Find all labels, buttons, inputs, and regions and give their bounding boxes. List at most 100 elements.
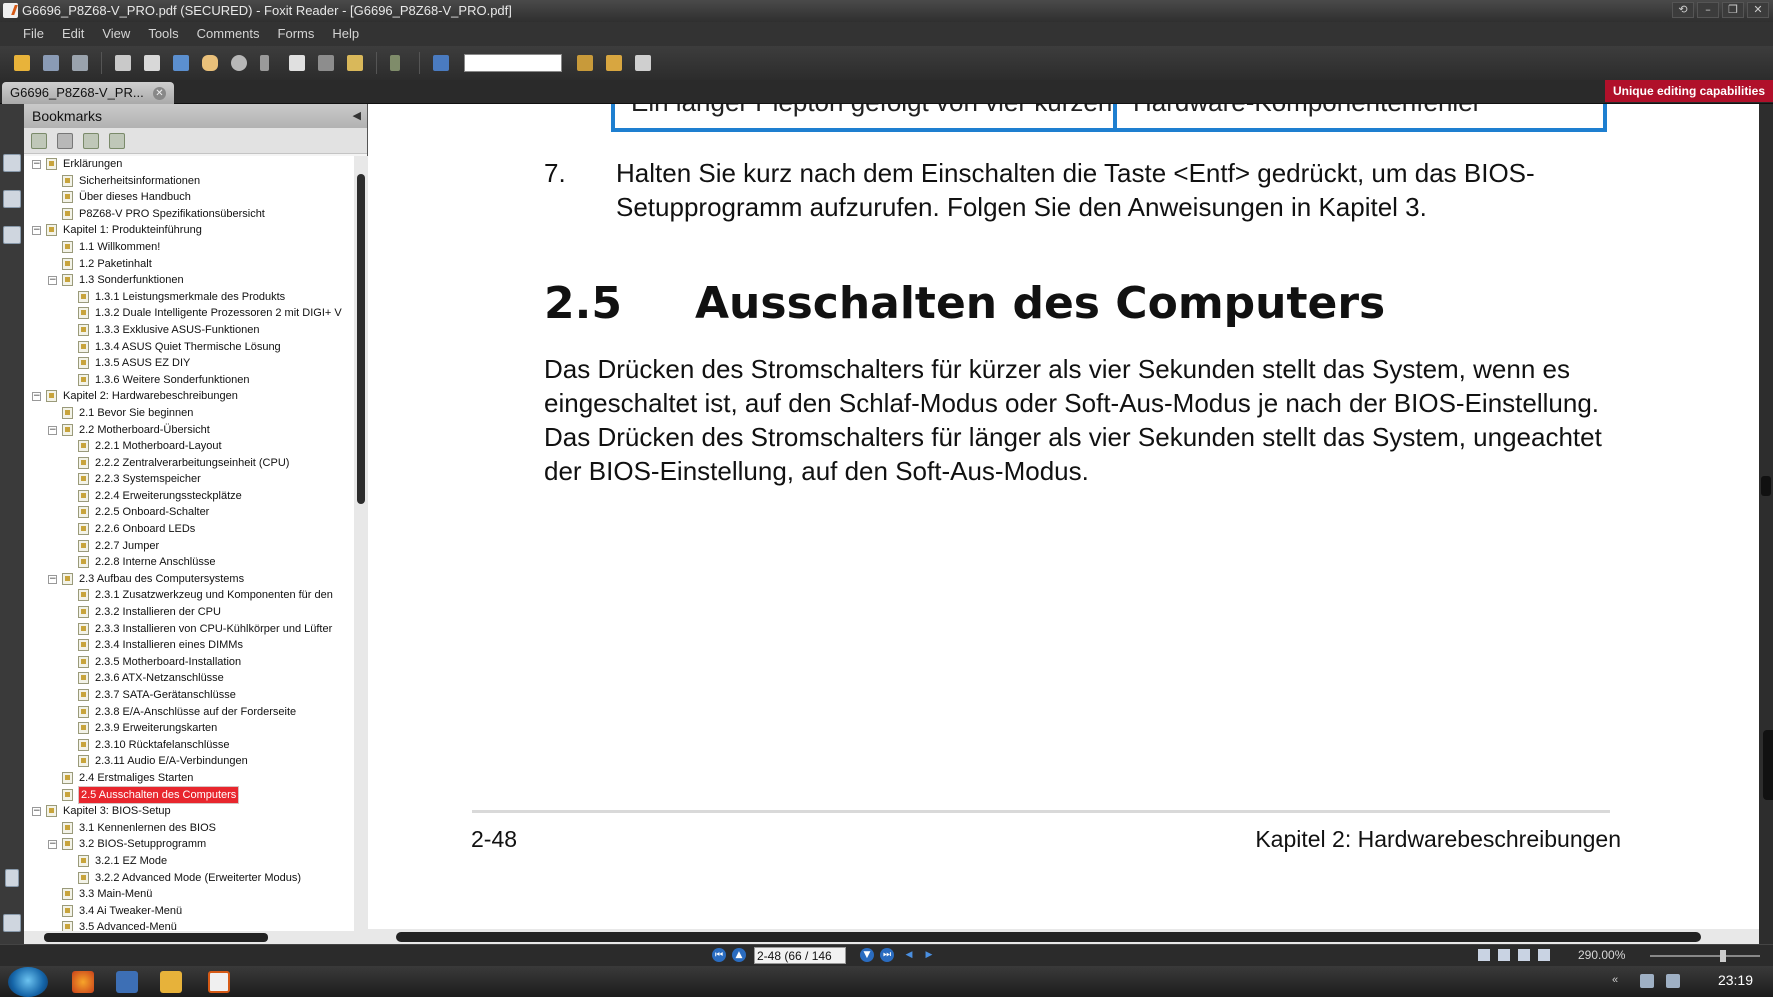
next-page-icon[interactable]: ▼	[860, 948, 874, 962]
bookmark-properties-icon[interactable]	[109, 132, 125, 149]
find-icon[interactable]	[429, 51, 453, 75]
comments-panel-icon[interactable]	[3, 914, 21, 932]
menu-file[interactable]: File	[14, 22, 53, 46]
expand-toggle-icon[interactable]: −	[32, 392, 41, 402]
close-button[interactable]: ✕	[1747, 2, 1769, 18]
bookmark-item[interactable]: P8Z68-V PRO Spezifikationsübersicht	[24, 206, 354, 223]
bookmark-item[interactable]: 2.3.1 Zusatzwerkzeug und Komponenten für…	[24, 587, 354, 604]
bookmarks-hscroll-thumb[interactable]	[44, 933, 268, 942]
sign-icon[interactable]	[386, 51, 410, 75]
document-tab[interactable]: G6696_P8Z68-V_PR... ✕	[2, 82, 174, 104]
open-folder-icon[interactable]	[10, 51, 34, 75]
expand-toggle-icon[interactable]: −	[32, 226, 41, 236]
email-icon[interactable]	[140, 51, 164, 75]
bookmark-item[interactable]: 2.3.7 SATA-Gerätanschlüsse	[24, 687, 354, 704]
bookmark-item[interactable]: 2.2.3 Systemspeicher	[24, 471, 354, 488]
expand-toggle-icon[interactable]: −	[48, 425, 57, 435]
delete-bookmark-icon[interactable]	[57, 132, 73, 149]
bookmark-item[interactable]: 3.1 Kennenlernen des BIOS	[24, 820, 354, 837]
bookmark-item[interactable]: 2.3.6 ATX-Netzanschlüsse	[24, 670, 354, 687]
bookmark-item[interactable]: 2.3.10 Rücktafelanschlüsse	[24, 737, 354, 754]
document-scroll-thumb[interactable]	[1761, 476, 1771, 496]
bookmark-item[interactable]: − Kapitel 3: BIOS-Setup	[24, 803, 354, 820]
bookmark-item[interactable]: − Kapitel 2: Hardwarebeschreibungen	[24, 388, 354, 405]
bookmark-item[interactable]: 2.5 Ausschalten des Computers	[24, 785, 354, 805]
new-bookmark-icon[interactable]	[31, 132, 47, 149]
bookmark-item[interactable]: 1.3.1 Leistungsmerkmale des Produkts	[24, 289, 354, 306]
last-page-icon[interactable]: ⏭	[880, 948, 894, 962]
bookmark-item[interactable]: 3.4 Ai Tweaker-Menü	[24, 903, 354, 920]
menu-edit[interactable]: Edit	[53, 22, 93, 46]
bookmark-item[interactable]: − Kapitel 1: Produkteinführung	[24, 222, 354, 239]
bookmarks-scroll-thumb[interactable]	[357, 174, 365, 504]
tray-expand-icon[interactable]: «	[1612, 974, 1626, 988]
annotations-panel-icon[interactable]	[3, 226, 21, 244]
bookmark-item[interactable]: 1.3.5 ASUS EZ DIY	[24, 355, 354, 372]
bookmark-item[interactable]: 2.3.5 Motherboard-Installation	[24, 654, 354, 671]
bookmark-item[interactable]: 3.5 Advanced-Menü	[24, 919, 354, 931]
bookmark-item[interactable]: − 1.3 Sonderfunktionen	[24, 272, 354, 289]
menu-forms[interactable]: Forms	[269, 22, 324, 46]
bookmark-item[interactable]: 2.3.8 E/A-Anschlüsse auf der Forderseite	[24, 704, 354, 721]
print-icon[interactable]	[111, 51, 135, 75]
minimize-button[interactable]: –	[1697, 2, 1719, 18]
bookmark-item[interactable]: 3.3 Main-Menü	[24, 886, 354, 903]
start-button[interactable]	[8, 967, 48, 997]
first-page-icon[interactable]: ⏮	[712, 948, 726, 962]
network-icon[interactable]	[1640, 974, 1654, 988]
bookmark-item[interactable]: 2.3.11 Audio E/A-Verbindungen	[24, 753, 354, 770]
single-page-view-icon[interactable]	[1478, 949, 1490, 961]
save-as-icon[interactable]	[68, 51, 92, 75]
screen-icon[interactable]	[169, 51, 193, 75]
snapshot-icon[interactable]	[314, 51, 338, 75]
facing-view-icon[interactable]	[1518, 949, 1530, 961]
bookmark-item[interactable]: − Erklärungen	[24, 156, 354, 173]
save-app-icon[interactable]	[116, 971, 138, 993]
attachments-panel-icon[interactable]	[5, 869, 19, 887]
menu-view[interactable]: View	[93, 22, 139, 46]
bookmark-item[interactable]: 1.3.2 Duale Intelligente Prozessoren 2 m…	[24, 305, 354, 322]
bookmark-item[interactable]: 2.3.3 Installieren von CPU-Kühlkörper un…	[24, 621, 354, 638]
pdf-page-view[interactable]: Ein langer Piepton gefolgt von vier kurz…	[368, 104, 1759, 929]
bookmark-item[interactable]: 1.3.4 ASUS Quiet Thermische Lösung	[24, 339, 354, 356]
bookmark-item[interactable]: 1.2 Paketinhalt	[24, 256, 354, 273]
bookmark-item[interactable]: Über dieses Handbuch	[24, 189, 354, 206]
side-panel-handle[interactable]	[1763, 730, 1773, 800]
menu-help[interactable]: Help	[323, 22, 368, 46]
maximize-button[interactable]: ❐	[1722, 2, 1744, 18]
expand-bookmark-icon[interactable]	[83, 132, 99, 149]
document-hscroll-thumb[interactable]	[396, 932, 1701, 942]
bookmark-item[interactable]: 2.4 Erstmaliges Starten	[24, 770, 354, 787]
expand-toggle-icon[interactable]: −	[32, 160, 41, 169]
menu-comments[interactable]: Comments	[188, 22, 269, 46]
clock[interactable]: 23:19	[1718, 972, 1753, 988]
continuous-view-icon[interactable]	[1498, 949, 1510, 961]
hand-tool-icon[interactable]	[198, 51, 222, 75]
export-icon[interactable]	[631, 51, 655, 75]
page-number-input[interactable]	[754, 947, 846, 964]
bookmark-item[interactable]: 2.3.4 Installieren eines DIMMs	[24, 637, 354, 654]
select-tool-icon[interactable]	[256, 51, 280, 75]
bookmark-item[interactable]: 3.2.1 EZ Mode	[24, 853, 354, 870]
foxit-taskbar-icon[interactable]	[208, 971, 230, 993]
zoom-level[interactable]: 290.00%	[1578, 948, 1625, 962]
bookmark-item[interactable]: 1.3.6 Weitere Sonderfunktionen	[24, 372, 354, 389]
next-view-icon[interactable]: ▶	[922, 948, 936, 962]
bookmark-item[interactable]: 2.1 Bevor Sie beginnen	[24, 405, 354, 422]
bookmark-item[interactable]: − 3.2 BIOS-Setupprogramm	[24, 836, 354, 853]
menu-tools[interactable]: Tools	[139, 22, 187, 46]
volume-icon[interactable]	[1666, 974, 1680, 988]
bookmarks-vertical-scrollbar[interactable]	[354, 156, 368, 931]
pages-panel-icon[interactable]	[3, 154, 21, 172]
previous-page-icon[interactable]: ▲	[732, 948, 746, 962]
bookmark-item[interactable]: − 2.2 Motherboard-Übersicht	[24, 422, 354, 439]
continuous-facing-view-icon[interactable]	[1538, 949, 1550, 961]
bookmark-item[interactable]: 1.1 Willkommen!	[24, 239, 354, 256]
bookmark-item[interactable]: − 2.3 Aufbau des Computersystems	[24, 571, 354, 588]
expand-toggle-icon[interactable]: −	[48, 276, 57, 286]
document-horizontal-scrollbar[interactable]	[368, 929, 1759, 944]
restore-special-button[interactable]: ⟲	[1672, 2, 1694, 18]
bookmarks-panel-icon[interactable]	[3, 190, 21, 208]
zoom-slider-knob[interactable]	[1720, 950, 1726, 962]
bookmarks-horizontal-scrollbar[interactable]	[24, 931, 368, 944]
